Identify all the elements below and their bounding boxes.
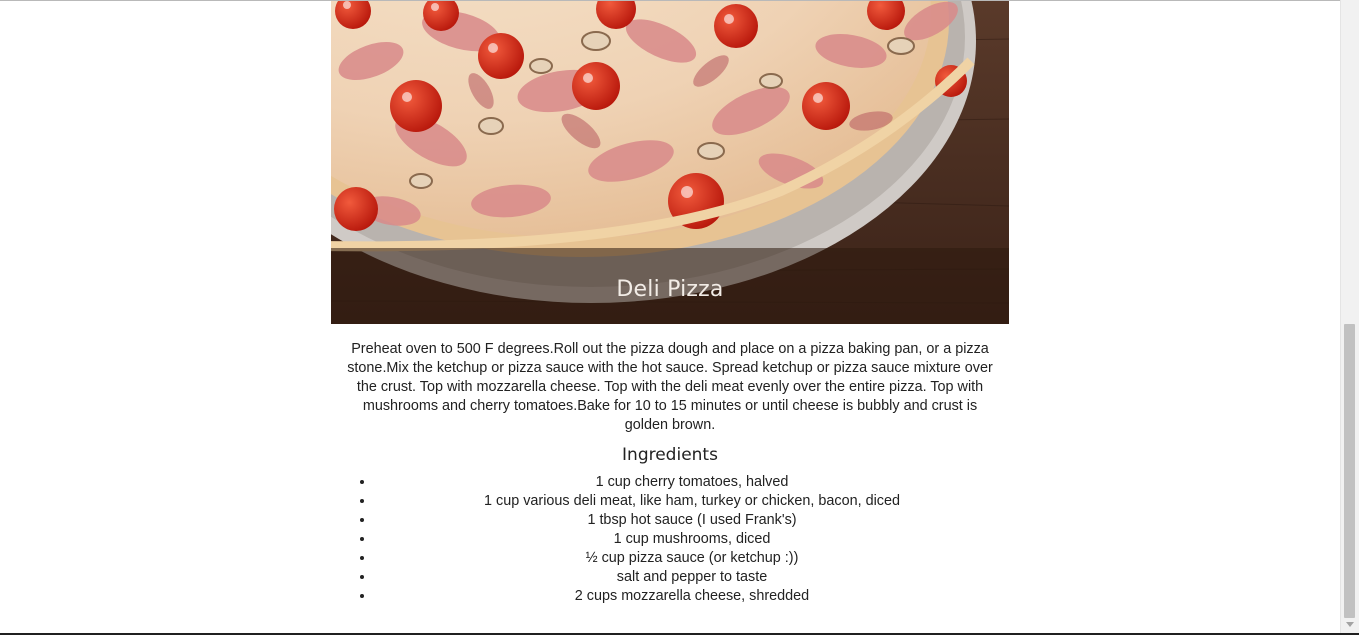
recipe-title: Deli Pizza	[616, 276, 724, 302]
ingredient-item: salt and pepper to taste	[375, 568, 1009, 587]
ingredients-heading: Ingredients	[622, 445, 718, 465]
scroll-down-arrow-icon[interactable]	[1346, 622, 1354, 627]
ingredient-item: ½ cup pizza sauce (or ketchup :))	[375, 549, 1009, 568]
recipe-hero-image: Deli Pizza	[331, 1, 1009, 324]
ingredients-list: 1 cup cherry tomatoes, halved 1 cup vari…	[331, 473, 1009, 606]
ingredient-item: 1 tbsp hot sauce (I used Frank's)	[375, 511, 1009, 530]
ingredient-item: 1 cup cherry tomatoes, halved	[375, 473, 1009, 492]
ingredient-item: 2 cups mozzarella cheese, shredded	[375, 587, 1009, 606]
recipe-caption-bar: Deli Pizza	[331, 248, 1009, 324]
scrollbar-thumb[interactable]	[1344, 324, 1355, 618]
recipe-description: Preheat oven to 500 F degrees.Roll out t…	[347, 341, 993, 433]
page-viewport: Deli Pizza Preheat oven to 500 F degrees…	[0, 0, 1340, 634]
ingredient-item: 1 cup mushrooms, diced	[375, 530, 1009, 549]
ingredient-item: 1 cup various deli meat, like ham, turke…	[375, 492, 1009, 511]
vertical-scrollbar[interactable]	[1340, 0, 1359, 633]
recipe-card: Deli Pizza Preheat oven to 500 F degrees…	[331, 1, 1009, 606]
